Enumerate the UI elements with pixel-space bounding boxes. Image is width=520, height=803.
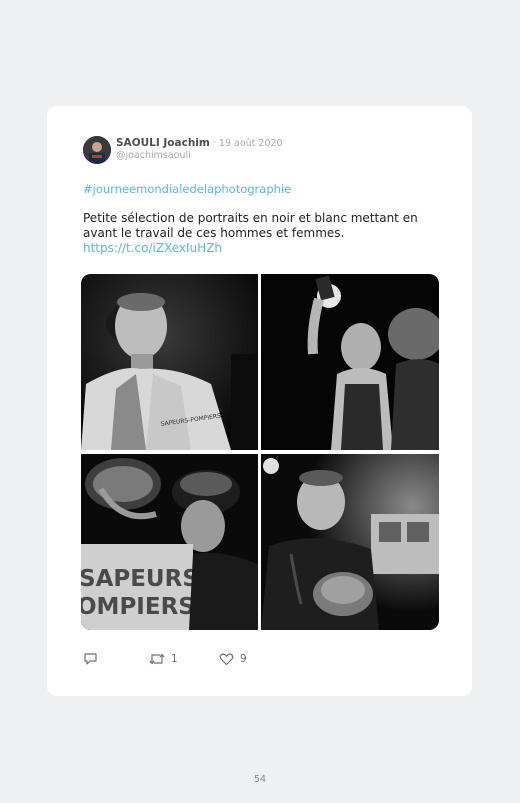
heart-icon — [219, 653, 234, 666]
retweet-count: 1 — [171, 653, 178, 665]
author-name[interactable]: SAOULI Joachim — [116, 137, 210, 149]
like-button[interactable]: 9 — [219, 652, 247, 666]
retweet-icon — [149, 653, 165, 665]
back-text-1: SAPEURS — [81, 566, 199, 592]
reply-button[interactable] — [83, 652, 98, 666]
author-handle[interactable]: @joachimsaouli — [116, 150, 191, 161]
photo-4[interactable] — [261, 454, 439, 630]
photo-3[interactable]: SAPEURS OMPIERS — [81, 454, 258, 630]
tweet-text: Petite sélection de portraits en noir et… — [83, 211, 418, 240]
hashtag-link[interactable]: #journeemondialedelaphotographie — [83, 182, 291, 196]
avatar[interactable] — [83, 136, 111, 164]
photo-grid: SAPEURS-POMPIERS SAPEURS OMPIERS — [81, 274, 439, 630]
photo-1[interactable]: SAPEURS-POMPIERS — [81, 274, 258, 450]
back-text-2: OMPIERS — [81, 594, 195, 620]
retweet-button[interactable]: 1 — [149, 652, 178, 666]
author-line: SAOULI Joachim · 19 août 2020 — [116, 137, 283, 149]
tweet-date[interactable]: · 19 août 2020 — [210, 138, 283, 149]
tweet-card: SAOULI Joachim · 19 août 2020 @joachimsa… — [47, 106, 472, 696]
like-count: 9 — [240, 653, 247, 665]
reply-icon — [84, 653, 97, 665]
photo-2[interactable] — [261, 274, 439, 450]
page-number: 54 — [253, 774, 267, 785]
tweet-link[interactable]: https://t.co/iZXexIuHZh — [83, 241, 222, 255]
